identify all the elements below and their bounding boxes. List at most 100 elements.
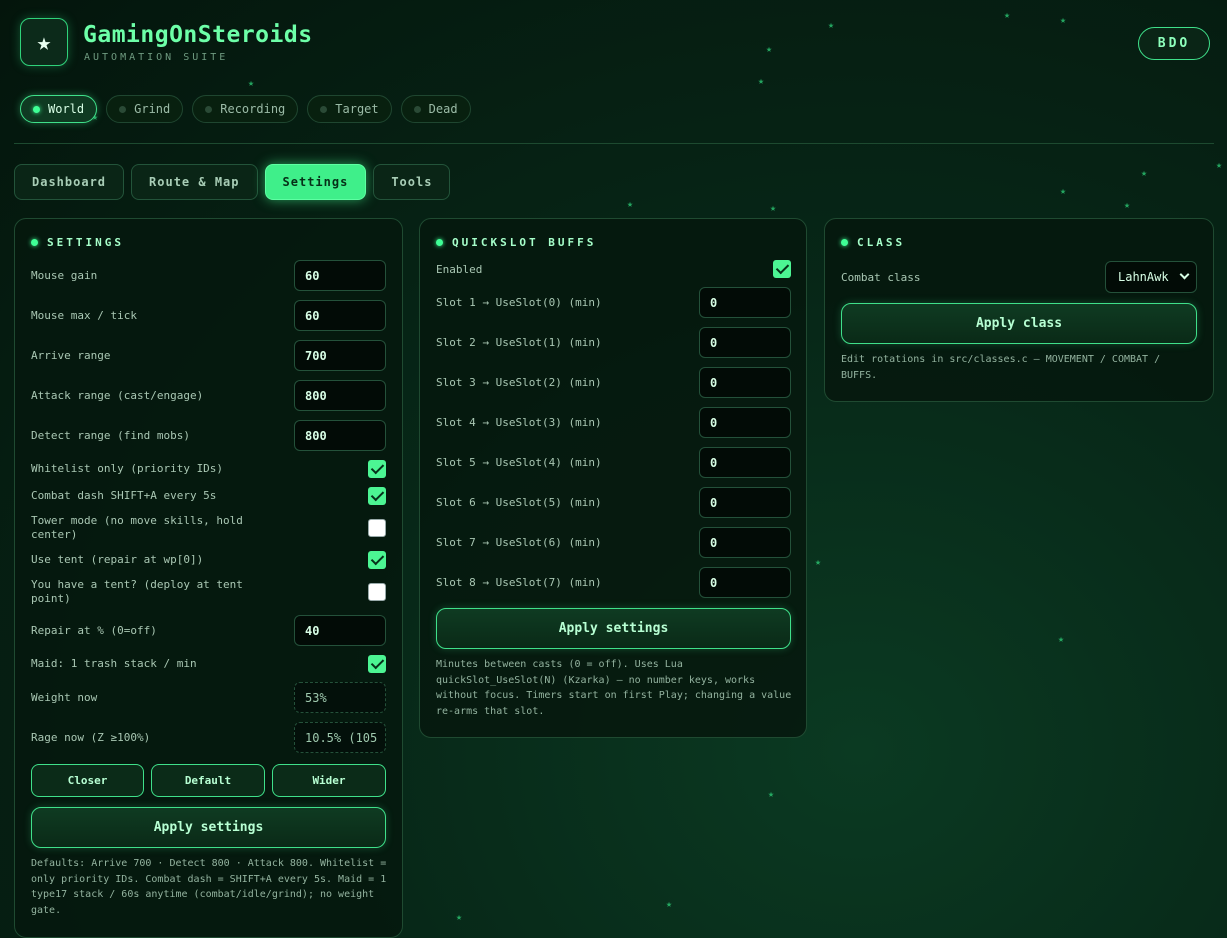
setting-label: Enabled [436,263,483,276]
setting-label: You have a tent? (deploy at tent point) [31,578,243,605]
quickslot-row: Slot 3 → UseSlot(2) (min) [436,376,602,390]
setting-row-attack-range: Attack range (cast/engage) [31,389,203,403]
panel-dot-icon [31,239,38,246]
status-pill-label: Dead [428,102,458,116]
status-pills: World Grind Recording Target Dead [20,95,471,123]
class-panel: CLASS Combat class LahnAwk Apply class E… [824,218,1214,402]
tab-dashboard[interactable]: Dashboard [14,164,125,200]
slot-label: Slot 2 → UseSlot(1) (min) [436,336,602,349]
wider-button[interactable]: Wider [272,764,386,797]
setting-label: Use tent (repair at wp[0]) [31,553,204,566]
use-tent-checkbox[interactable] [368,551,386,569]
attack-range-input[interactable]: 800 [294,380,386,411]
mouse-gain-input[interactable]: 60 [294,260,386,291]
combat-class-select[interactable]: LahnAwk [1105,261,1197,293]
detect-range-input[interactable]: 800 [294,420,386,451]
quickslot-row: Slot 1 → UseSlot(0) (min) [436,296,602,310]
quickslot-enabled-row: Enabled [436,263,482,277]
chevron-down-icon [1179,269,1190,280]
app-subtitle: AUTOMATION SUITE [84,52,229,63]
tab-tools[interactable]: Tools [373,164,451,200]
slot-5-input[interactable]: 0 [699,447,791,478]
slot-label: Slot 1 → UseSlot(0) (min) [436,296,602,309]
setting-label: Combat dash SHIFT+A every 5s [31,489,217,502]
combat-dash-checkbox[interactable] [368,487,386,505]
star-icon: ★ [1060,186,1067,197]
status-dot-icon [320,105,328,113]
star-icon: ★ [456,912,463,923]
slot-2-input[interactable]: 0 [699,327,791,358]
combat-class-row: Combat class [841,271,920,285]
have-tent-checkbox[interactable] [368,583,386,601]
tab-settings[interactable]: Settings [264,164,367,200]
status-pill-label: World [48,102,85,116]
setting-label: Tower mode (no move skills, hold center) [31,514,243,541]
slot-1-input[interactable]: 0 [699,287,791,318]
star-icon: ★ [1141,168,1148,179]
panel-dot-icon [841,239,848,246]
mouse-max-input[interactable]: 60 [294,300,386,331]
default-button[interactable]: Default [151,764,265,797]
star-icon: ★ [666,899,673,910]
weight-readout: 53% [294,682,386,713]
star-icon: ★ [627,199,634,210]
setting-row-have-tent: You have a tent? (deploy at tent point) [31,578,271,606]
setting-row-tower-mode: Tower mode (no move skills, hold center) [31,514,271,542]
setting-label: Weight now [31,691,98,704]
game-badge-button[interactable]: BDO [1138,27,1210,60]
closer-button[interactable]: Closer [31,764,144,797]
quickslot-row: Slot 4 → UseSlot(3) (min) [436,416,602,430]
whitelist-checkbox[interactable] [368,460,386,478]
star-icon: ★ [1216,160,1223,171]
settings-panel-title: SETTINGS [31,236,124,249]
tower-mode-checkbox[interactable] [368,519,386,537]
setting-label: Rage now (Z ≥100%) [31,731,151,744]
quickslot-panel-title: QUICKSLOT BUFFS [436,236,596,249]
slot-3-input[interactable]: 0 [699,367,791,398]
status-pill-label: Target [335,102,379,116]
setting-row-use-tent: Use tent (repair at wp[0]) [31,553,271,567]
slot-label: Slot 7 → UseSlot(6) (min) [436,536,602,549]
setting-row-detect-range: Detect range (find mobs) [31,429,190,443]
slot-label: Slot 6 → UseSlot(5) (min) [436,496,602,509]
panel-title-text: SETTINGS [47,236,124,249]
setting-label: Repair at % (0=off) [31,624,157,637]
arrive-range-input[interactable]: 700 [294,340,386,371]
slot-label: Slot 8 → UseSlot(7) (min) [436,576,602,589]
star-icon: ★ [248,78,255,89]
slot-label: Slot 5 → UseSlot(4) (min) [436,456,602,469]
status-dot-icon [33,105,40,113]
star-icon: ★ [1124,200,1131,211]
setting-row-weight: Weight now [31,691,97,705]
settings-note: Defaults: Arrive 700 · Detect 800 · Atta… [31,858,387,916]
setting-row-combat-dash: Combat dash SHIFT+A every 5s [31,489,271,503]
slot-8-input[interactable]: 0 [699,567,791,598]
setting-label: Combat class [841,271,921,284]
setting-row-mouse-gain: Mouse gain [31,269,97,283]
quickslot-row: Slot 8 → UseSlot(7) (min) [436,576,602,590]
app-header: ★ GamingOnSteroids AUTOMATION SUITE BDO [20,18,1210,68]
slot-6-input[interactable]: 0 [699,487,791,518]
slot-4-input[interactable]: 0 [699,407,791,438]
setting-label: Mouse gain [31,269,98,282]
maid-checkbox[interactable] [368,655,386,673]
apply-class-button[interactable]: Apply class [841,303,1197,344]
slot-7-input[interactable]: 0 [699,527,791,558]
class-note: Edit rotations in src/classes.c — MOVEME… [841,354,1161,381]
tab-route-map[interactable]: Route & Map [131,164,258,200]
quickslot-note: Minutes between casts (0 = off). Uses Lu… [436,659,792,717]
status-pill-dead: Dead [400,95,471,123]
apply-settings-button[interactable]: Apply settings [31,807,386,848]
setting-label: Arrive range [31,349,111,362]
app-title: GamingOnSteroids [83,22,313,48]
status-dot-icon [205,105,213,113]
setting-label: Attack range (cast/engage) [31,389,204,402]
status-pill-label: Recording [220,102,286,116]
quickslot-row: Slot 6 → UseSlot(5) (min) [436,496,602,510]
quickslot-enabled-checkbox[interactable] [773,260,791,278]
repair-percent-input[interactable]: 40 [294,615,386,646]
apply-quickslot-button[interactable]: Apply settings [436,608,791,649]
setting-row-rage: Rage now (Z ≥100%) [31,731,150,745]
header-divider [14,143,1214,144]
setting-label: Detect range (find mobs) [31,429,190,442]
